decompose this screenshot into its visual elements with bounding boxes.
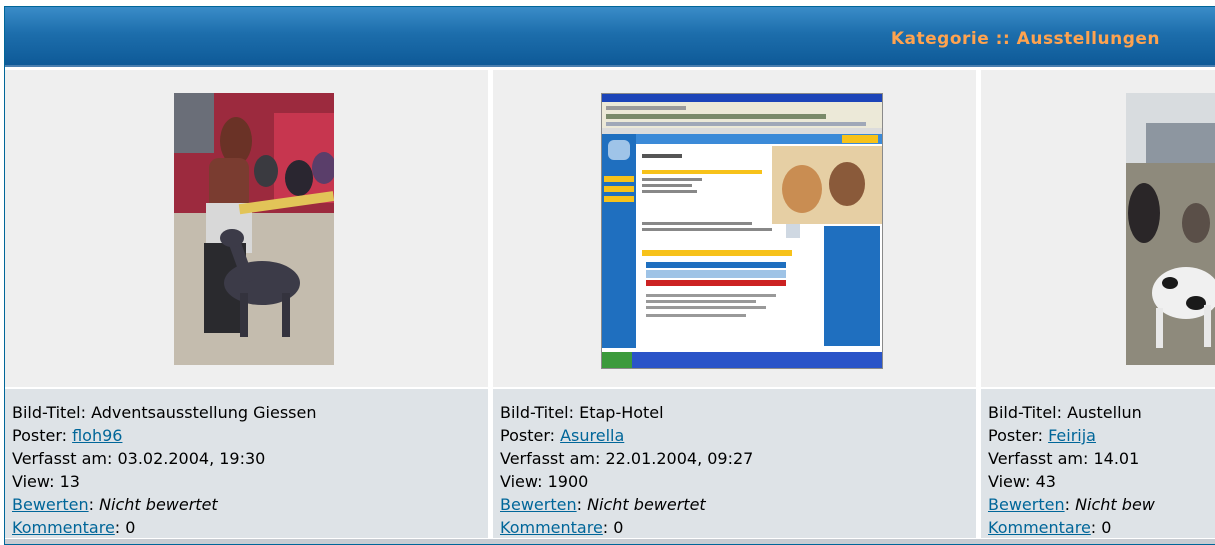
date-line: Verfasst am: 03.02.2004, 19:30 <box>12 447 488 470</box>
thumbnail-etap-hotel[interactable] <box>601 93 883 369</box>
poster-link[interactable]: Feirija <box>1048 426 1096 445</box>
rating-value: Nicht bewertet <box>99 495 218 514</box>
rate-link[interactable]: Bewerten <box>12 495 89 514</box>
comments-line: Kommentare: 0 <box>988 516 1215 538</box>
rating-value: Nicht bew <box>1075 495 1155 514</box>
picture-info-1: Bild-Titel: Adventsausstellung Giessen P… <box>5 389 489 538</box>
date-line: Verfasst am: 14.01 <box>988 447 1215 470</box>
poster-line: Poster: Feirija <box>988 424 1215 447</box>
views-line: View: 1900 <box>500 470 976 493</box>
rate-separator: : <box>1064 495 1076 514</box>
rate-link[interactable]: Bewerten <box>988 495 1065 514</box>
poster-line: Poster: Asurella <box>500 424 976 447</box>
post-date: 22.01.2004, 09:27 <box>605 449 754 468</box>
picture-info-2: Bild-Titel: Etap-Hotel Poster: Asurella … <box>493 389 977 538</box>
picture-info-3: Bild-Titel: Austellun Poster: Feirija Ve… <box>981 389 1215 538</box>
view-count: 1900 <box>547 472 589 491</box>
poster-label: Poster: <box>500 426 561 445</box>
poster-label: Poster: <box>12 426 73 445</box>
picture-title: Etap-Hotel <box>579 403 664 422</box>
category-header: Kategorie :: Ausstellungen <box>5 7 1215 67</box>
view-label: View: <box>500 472 548 491</box>
rate-link[interactable]: Bewerten <box>500 495 577 514</box>
comments-line: Kommentare: 0 <box>500 516 976 538</box>
views-line: View: 43 <box>988 470 1215 493</box>
comments-link[interactable]: Kommentare <box>500 518 603 537</box>
rating-line: Bewerten: Nicht bew <box>988 493 1215 516</box>
date-line: Verfasst am: 22.01.2004, 09:27 <box>500 447 976 470</box>
poster-link[interactable]: Asurella <box>560 426 624 445</box>
comments-link[interactable]: Kommentare <box>988 518 1091 537</box>
poster-line: Poster: floh96 <box>12 424 488 447</box>
comments-separator: : <box>602 518 614 537</box>
poster-link[interactable]: floh96 <box>72 426 122 445</box>
comments-separator: : <box>1090 518 1102 537</box>
views-line: View: 13 <box>12 470 488 493</box>
title-label: Bild-Titel: <box>12 403 92 422</box>
picture-title-line: Bild-Titel: Adventsausstellung Giessen <box>12 401 488 424</box>
category-title: Kategorie :: Ausstellungen <box>890 29 1160 49</box>
date-label: Verfasst am: <box>988 449 1094 468</box>
comments-line: Kommentare: 0 <box>12 516 488 538</box>
view-label: View: <box>12 472 60 491</box>
rating-line: Bewerten: Nicht bewertet <box>12 493 488 516</box>
rating-value: Nicht bewertet <box>587 495 706 514</box>
poster-label: Poster: <box>988 426 1049 445</box>
rating-line: Bewerten: Nicht bewertet <box>500 493 976 516</box>
date-label: Verfasst am: <box>12 449 118 468</box>
comments-count: 0 <box>1101 518 1112 537</box>
thumbnail-dog-show[interactable] <box>174 93 334 365</box>
title-label: Bild-Titel: <box>500 403 580 422</box>
comments-count: 0 <box>613 518 624 537</box>
table-bottom-border <box>5 539 1215 544</box>
comments-link[interactable]: Kommentare <box>12 518 115 537</box>
date-label: Verfasst am: <box>500 449 606 468</box>
picture-title-line: Bild-Titel: Austellun <box>988 401 1215 424</box>
thumbnail-ausstellung[interactable] <box>1126 93 1215 365</box>
comments-separator: : <box>114 518 126 537</box>
rate-separator: : <box>576 495 588 514</box>
view-label: View: <box>988 472 1036 491</box>
picture-title: Austellun <box>1067 403 1142 422</box>
post-date: 14.01 <box>1093 449 1140 468</box>
picture-title-line: Bild-Titel: Etap-Hotel <box>500 401 976 424</box>
view-count: 43 <box>1035 472 1056 491</box>
picture-title: Adventsausstellung Giessen <box>91 403 317 422</box>
rate-separator: : <box>88 495 100 514</box>
view-count: 13 <box>59 472 80 491</box>
title-label: Bild-Titel: <box>988 403 1068 422</box>
post-date: 03.02.2004, 19:30 <box>117 449 266 468</box>
gallery-table: Kategorie :: Ausstellungen Bild-Titel: A… <box>4 6 1215 545</box>
comments-count: 0 <box>125 518 136 537</box>
